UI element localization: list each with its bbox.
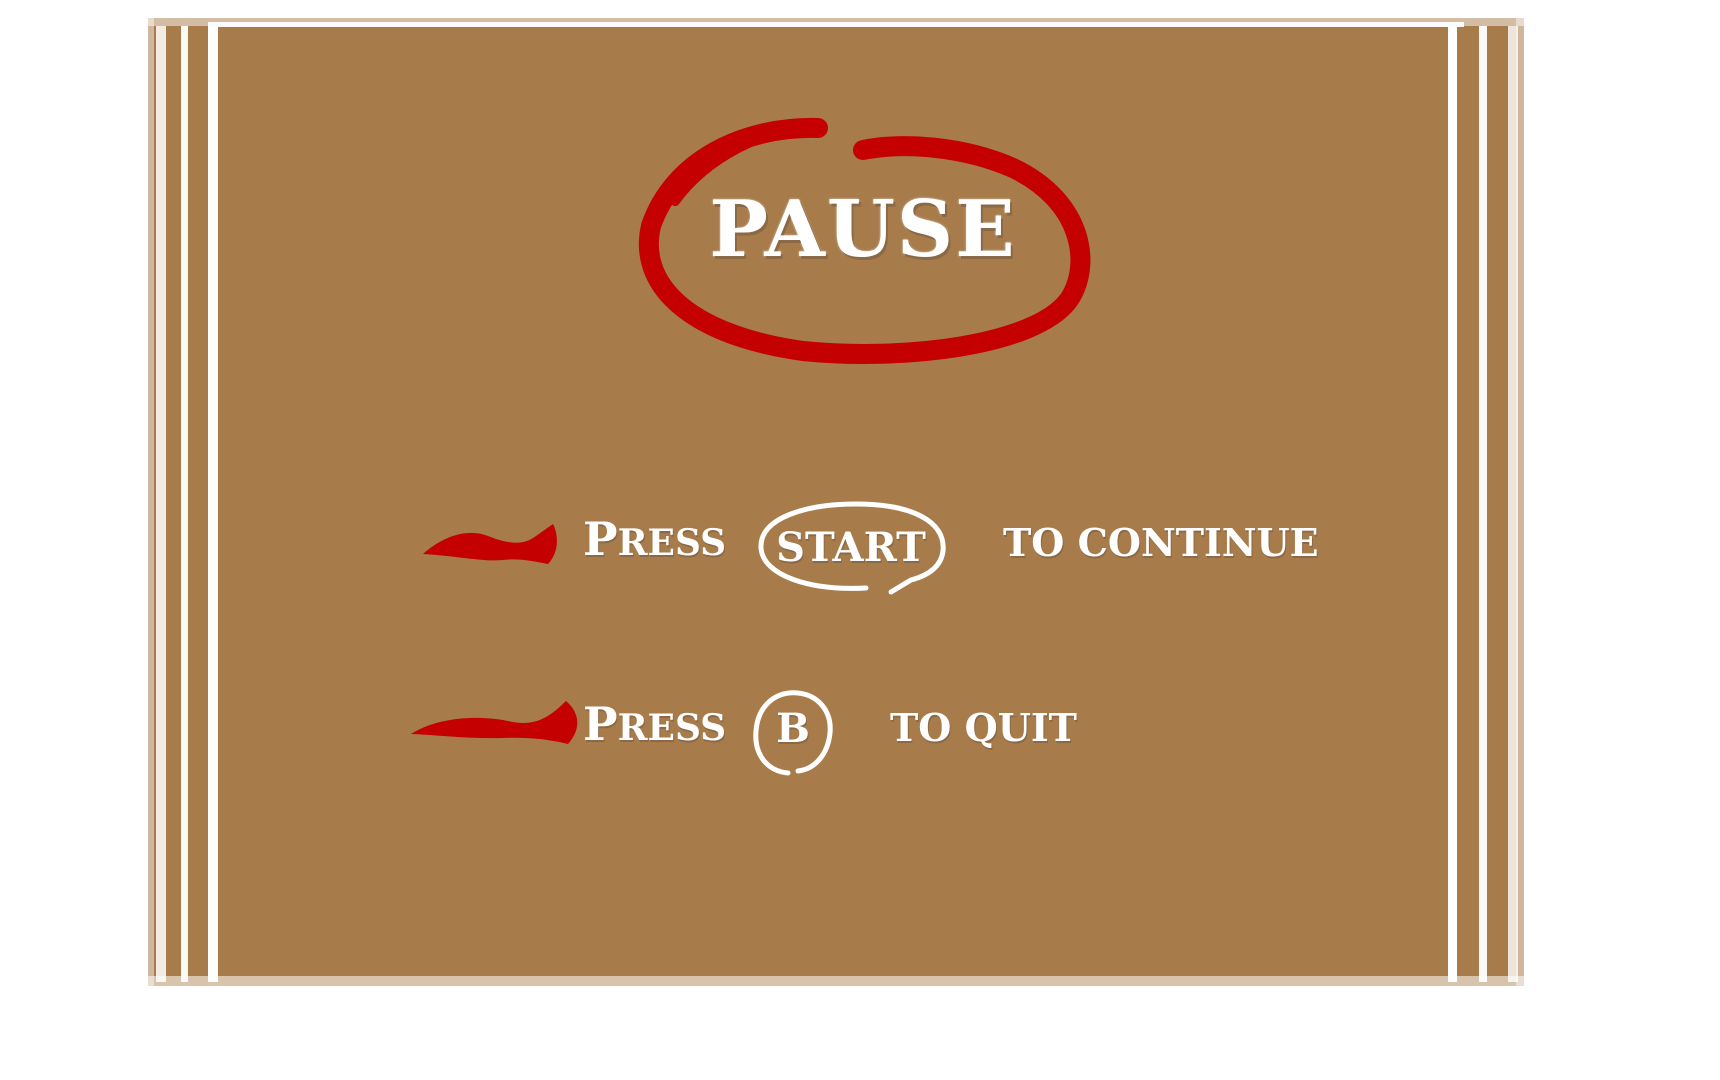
red-brush-arrow-icon xyxy=(423,524,557,564)
left-frame-stripe xyxy=(181,26,188,982)
right-frame-stripe xyxy=(1479,26,1487,982)
press-label: PRESS xyxy=(583,697,727,751)
continue-text: TO CONTINUE xyxy=(1003,520,1319,565)
continue-option[interactable]: PRESS START TO CONTINUE xyxy=(408,488,1448,598)
quit-option[interactable]: PRESS B TO QUIT xyxy=(408,683,1448,793)
right-frame-stripe xyxy=(1508,26,1518,982)
page-title: PAUSE xyxy=(709,184,1017,275)
panel-top-edge xyxy=(208,22,1464,27)
left-frame-stripe xyxy=(208,26,218,982)
left-frame-stripe xyxy=(156,26,166,982)
b-button-label: B xyxy=(776,705,810,752)
red-brush-arrow-icon xyxy=(411,701,578,744)
press-label: PRESS xyxy=(583,512,727,566)
b-button[interactable]: B xyxy=(748,683,838,778)
start-button-label: START xyxy=(776,524,926,571)
pause-title-group: PAUSE xyxy=(613,106,1113,376)
pause-menu-panel: PAUSE PRESS START TO CONTINUE PRESS B TO… xyxy=(148,18,1524,986)
start-button[interactable]: START xyxy=(751,496,951,596)
quit-text: TO QUIT xyxy=(890,705,1077,750)
right-frame-stripe xyxy=(1448,26,1457,982)
